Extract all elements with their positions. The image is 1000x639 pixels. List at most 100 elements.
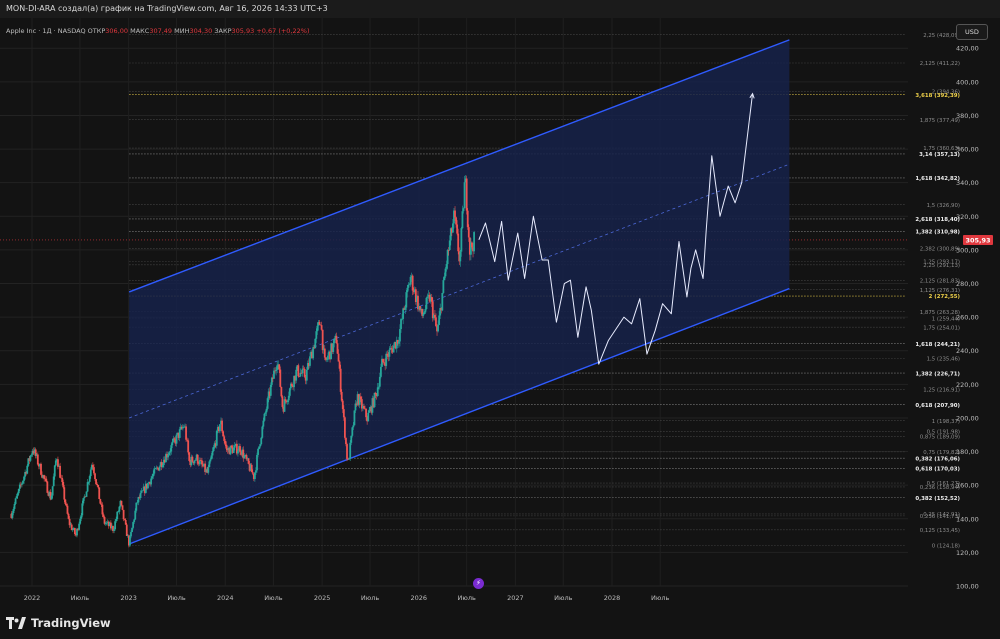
candle-body: [167, 455, 169, 458]
candle-body: [67, 513, 70, 519]
candle-body: [16, 493, 19, 497]
candle-body: [441, 292, 444, 311]
candle-body: [85, 491, 88, 497]
candle-body: [265, 408, 268, 413]
candle-body: [115, 519, 118, 522]
candle-body: [288, 388, 291, 396]
candle-body: [467, 227, 470, 238]
candle-body: [406, 287, 409, 293]
candle-body: [340, 391, 343, 401]
candle-body: [316, 325, 319, 332]
candle-body: [116, 511, 119, 520]
time-axis[interactable]: 2022 Июль 2023 Июль 2024 Июль 2025 Июль 2026 Июль…: [24, 594, 670, 602]
candle-body: [368, 410, 371, 413]
candle-body: [269, 384, 272, 396]
candle-body: [320, 325, 323, 330]
candle-body: [134, 510, 137, 520]
candle-body: [12, 508, 15, 514]
fib-label: 2,125 (281,83): [920, 279, 960, 285]
price-chart[interactable]: 2,25 (428,09)2,125 (411,22)2 (394,36)3,6…: [0, 18, 1000, 616]
y-tick-label: 360,00: [956, 146, 979, 154]
lightning-icon[interactable]: ⚡: [473, 578, 484, 589]
candle-body: [297, 365, 300, 377]
x-tick-label: Июль: [458, 594, 476, 602]
candle-body: [188, 452, 191, 461]
candle-body: [352, 425, 355, 428]
candle-body: [124, 519, 127, 525]
candle-body: [318, 321, 321, 325]
fib-label: 0,125 (133,45): [920, 528, 960, 534]
candle-body: [279, 369, 282, 387]
candle-body: [284, 399, 287, 401]
fib-label: 2,25 (428,09): [923, 33, 960, 39]
candle-body: [377, 386, 380, 388]
candle-body: [97, 485, 100, 488]
fib-label: 1,382 (226,71): [915, 371, 960, 377]
candle-body: [209, 459, 212, 462]
x-tick-label: 2028: [604, 594, 621, 602]
candle-body: [99, 499, 102, 504]
candle-body: [333, 338, 336, 344]
y-tick-label: 260,00: [956, 314, 979, 322]
candle-body: [139, 492, 142, 498]
candle-body: [373, 392, 376, 408]
candle-body: [14, 498, 17, 504]
y-tick-label: 420,00: [956, 45, 979, 53]
x-tick-label: Июль: [651, 594, 669, 602]
change-value: +0,67 (+0,22%): [256, 27, 310, 35]
candle-body: [247, 458, 250, 464]
candle-body: [23, 476, 25, 481]
fib-label: 1,875 (377,49): [920, 118, 960, 124]
header-bar: MON-DI-ARA создал(а) график на TradingVi…: [0, 0, 1000, 18]
candle-body: [194, 459, 197, 461]
candle-body: [466, 210, 469, 228]
fib-label: 2,25 (291,13): [923, 263, 960, 269]
candle-body: [46, 481, 49, 493]
x-tick-label: Июль: [167, 594, 185, 602]
symbol-name[interactable]: Apple Inc · 1Д · NASDAQ: [6, 27, 86, 35]
candle-body: [61, 477, 64, 483]
candle-body: [65, 504, 68, 506]
x-tick-label: Июль: [71, 594, 89, 602]
candle-body: [133, 519, 136, 523]
tradingview-logo[interactable]: TradingView: [6, 614, 111, 632]
y-tick-label: 300,00: [956, 246, 979, 254]
price-axis[interactable]: 100,00 120,00 140,00 160,00 180,00 200,00 220,…: [956, 45, 993, 591]
candle-body: [424, 309, 427, 313]
candle-body: [359, 396, 362, 400]
candle-body: [447, 250, 450, 251]
candle-body: [19, 484, 22, 486]
candle-body: [152, 473, 155, 477]
fib-label: 3,14 (357,13): [919, 152, 960, 158]
candle-body: [266, 398, 269, 409]
candle-body: [401, 318, 403, 320]
candle-body: [338, 361, 341, 369]
candle-body: [336, 343, 339, 354]
last-price-label: 305,93: [965, 236, 990, 244]
candle-body: [21, 483, 23, 485]
candle-body: [101, 504, 104, 515]
candle-body: [18, 484, 21, 489]
fib-label: 0,618 (170,03): [915, 467, 960, 473]
candle-body: [446, 250, 449, 265]
candle-body: [392, 345, 395, 353]
candle-body: [281, 396, 284, 407]
candle-body: [88, 476, 91, 482]
currency-button[interactable]: USD: [956, 24, 988, 40]
candle-body: [422, 314, 425, 316]
candle-body: [444, 268, 447, 277]
candle-body: [191, 456, 194, 462]
candle-body: [114, 521, 117, 530]
symbol-legend: Apple Inc · 1Д · NASDAQ ОТКР306,00 МАКС3…: [6, 27, 309, 35]
candle-body: [132, 522, 135, 528]
candle-body: [339, 368, 342, 392]
x-tick-label: 2023: [120, 594, 137, 602]
candle-body: [103, 516, 106, 524]
candle-body: [350, 435, 353, 443]
candle-body: [258, 446, 261, 449]
close-label: ЗАКР: [214, 27, 232, 35]
logo-text: TradingView: [31, 616, 111, 630]
candle-body: [59, 465, 61, 478]
candle-body: [230, 445, 233, 448]
candle-body: [456, 224, 459, 234]
